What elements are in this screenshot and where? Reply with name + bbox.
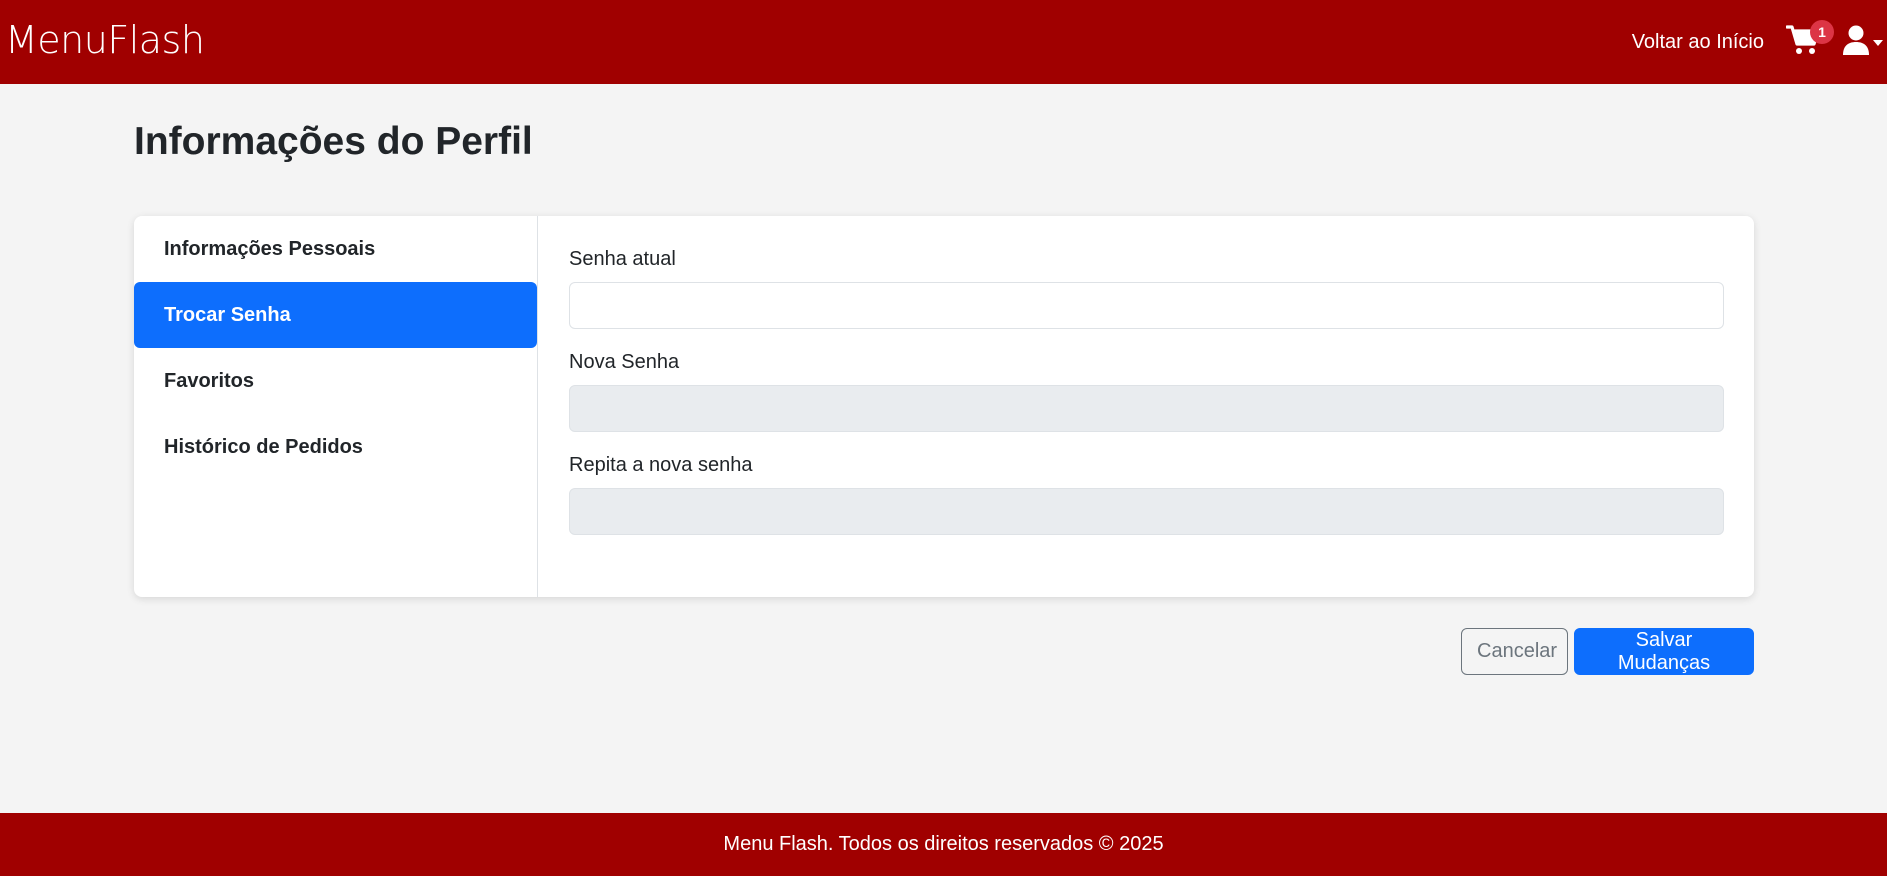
change-password-form: Senha atual Nova Senha Repita a nova sen…: [538, 216, 1754, 597]
user-menu-toggle[interactable]: [1842, 25, 1883, 60]
repeat-password-group: Repita a nova senha: [569, 454, 1724, 535]
new-password-input[interactable]: [569, 385, 1724, 432]
user-icon: [1842, 25, 1870, 60]
chevron-down-icon: [1873, 40, 1883, 46]
sidebar-item-personal-info[interactable]: Informações Pessoais: [134, 216, 537, 282]
sidebar-item-favorites[interactable]: Favoritos: [134, 348, 537, 414]
cart-count-badge: 1: [1810, 20, 1834, 44]
repeat-password-label: Repita a nova senha: [569, 454, 753, 476]
profile-card: Informações Pessoais Trocar Senha Favori…: [134, 216, 1754, 597]
brand-logo[interactable]: MenuFlash: [5, 18, 205, 62]
profile-sidebar: Informações Pessoais Trocar Senha Favori…: [134, 216, 538, 597]
page-title: Informações do Perfil: [134, 120, 533, 163]
new-password-label: Nova Senha: [569, 351, 680, 373]
footer-text: Menu Flash. Todos os direitos reservados…: [723, 833, 1164, 855]
new-password-group: Nova Senha: [569, 351, 1724, 432]
home-link[interactable]: Voltar ao Início: [1632, 31, 1764, 54]
save-changes-button[interactable]: Salvar Mudanças: [1574, 628, 1754, 675]
current-password-group: Senha atual: [569, 248, 1724, 329]
navbar: MenuFlash Voltar ao Início 1: [0, 0, 1887, 84]
sidebar-item-order-history[interactable]: Histórico de Pedidos: [134, 414, 537, 480]
cart-button[interactable]: 1: [1784, 20, 1834, 62]
form-actions: Cancelar Salvar Mudanças: [1461, 628, 1754, 675]
current-password-input[interactable]: [569, 282, 1724, 329]
footer: Menu Flash. Todos os direitos reservados…: [0, 813, 1887, 876]
sidebar-item-change-password[interactable]: Trocar Senha: [134, 282, 537, 348]
cancel-button[interactable]: Cancelar: [1461, 628, 1568, 675]
nav-right: Voltar ao Início 1: [1632, 0, 1887, 84]
current-password-label: Senha atual: [569, 248, 676, 270]
repeat-password-input[interactable]: [569, 488, 1724, 535]
